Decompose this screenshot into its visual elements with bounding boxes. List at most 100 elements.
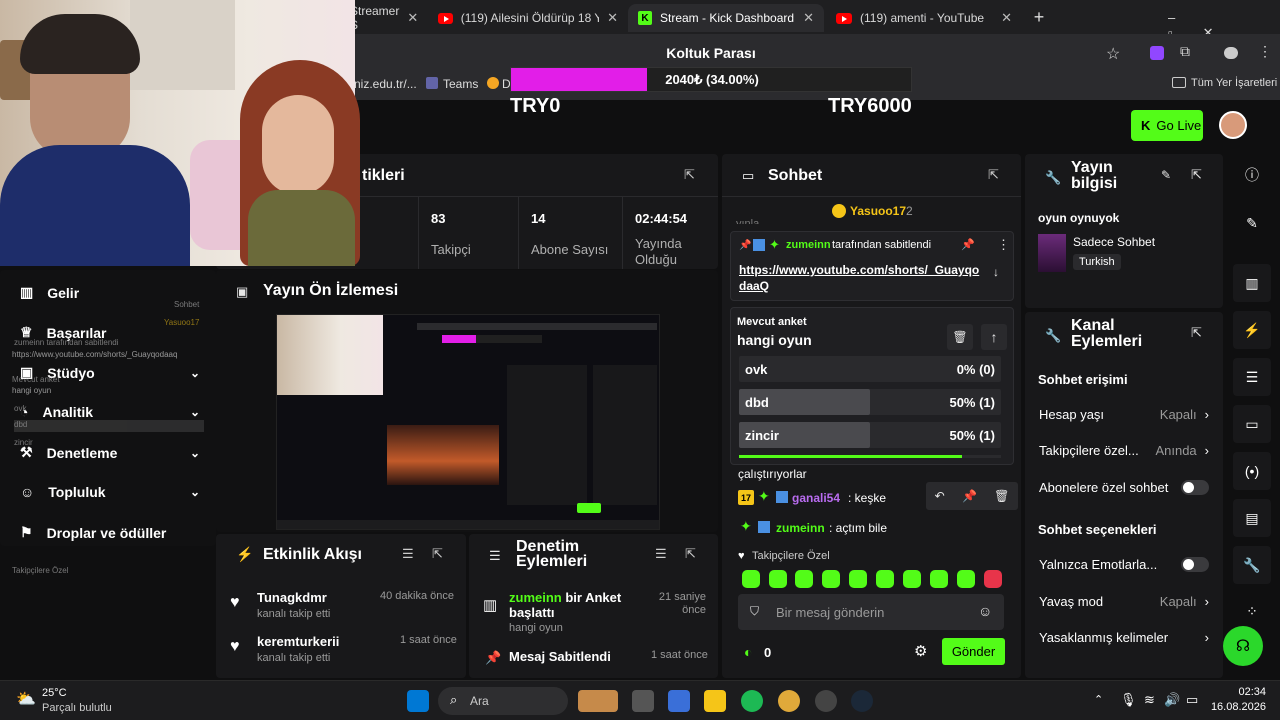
preview-video[interactable] <box>276 314 660 530</box>
search-box[interactable]: ⌕ Ara <box>438 687 568 715</box>
wrench-rail-icon[interactable]: 🔧 <box>1233 546 1271 584</box>
reply-icon[interactable]: ↶ <box>935 489 945 503</box>
emote-icon[interactable] <box>984 570 1002 588</box>
menu-icon[interactable]: ⋮ <box>1258 43 1272 60</box>
stats-rail-icon[interactable]: ▥ <box>1233 264 1271 302</box>
steam-icon[interactable] <box>851 690 873 712</box>
arrow-up-icon[interactable]: ↑ <box>981 324 1007 350</box>
task-view-icon[interactable] <box>632 690 654 712</box>
twitch-extension-icon[interactable] <box>1150 46 1164 60</box>
trash-icon[interactable]: 🗑 <box>947 324 973 350</box>
trash-icon[interactable]: 🗑 <box>994 489 1009 503</box>
emote-icon[interactable] <box>957 570 975 588</box>
pinned-by[interactable]: zumeinn <box>786 239 831 251</box>
weather-temp[interactable]: 25°C <box>42 687 67 699</box>
setting-emote-only[interactable]: Yalnızca Emotlarla... <box>1039 557 1209 572</box>
go-live-button[interactable]: K Go Live <box>1131 110 1203 141</box>
poll-option[interactable]: ovk 0% (0) <box>739 356 1001 382</box>
volume-icon[interactable]: 🔊 <box>1164 692 1180 708</box>
search-highlight-icon[interactable] <box>578 690 618 712</box>
avatar[interactable] <box>1219 111 1247 139</box>
chat-rail-icon[interactable]: ▭ <box>1233 405 1271 443</box>
bookmark-teams[interactable]: Teams <box>443 77 478 91</box>
nav-droplar[interactable]: ⚑ Droplar ve ödüller <box>20 524 200 541</box>
extensions-icon[interactable]: ⧉ <box>1180 43 1190 60</box>
battery-icon[interactable]: ▭ <box>1186 692 1198 708</box>
emoji-icon[interactable]: ☺ <box>978 603 992 619</box>
popout-icon[interactable]: ⇱ <box>1191 325 1202 341</box>
close-icon[interactable]: ✕ <box>803 10 814 26</box>
chat-input[interactable]: ⛉ Bir mesaj gönderin ☺ <box>738 594 1004 630</box>
nav-gelir[interactable]: ▥ Gelir <box>20 284 200 301</box>
emote-icon[interactable] <box>849 570 867 588</box>
tab-youtube-2[interactable]: (119) amenti - YouTube ✕ <box>826 4 1022 32</box>
all-bookmarks[interactable]: Tüm Yer İşaretleri <box>1191 77 1277 89</box>
support-button[interactable]: ☊ <box>1223 626 1263 666</box>
event-name[interactable]: keremturkerii <box>257 634 339 649</box>
close-icon[interactable]: ✕ <box>1001 10 1012 26</box>
clock-date[interactable]: 16.08.2026 <box>1206 701 1266 713</box>
clock-time[interactable]: 02:34 <box>1222 686 1266 698</box>
edit-icon[interactable]: ✎ <box>1233 204 1271 242</box>
close-icon[interactable]: ✕ <box>407 10 418 26</box>
pin-icon[interactable]: 📌 <box>962 489 977 503</box>
nav-denetleme[interactable]: ⚒ Denetleme ⌄ <box>20 444 200 461</box>
edit-icon[interactable]: ✎ <box>1161 168 1171 182</box>
emote-icon[interactable] <box>822 570 840 588</box>
poll-option[interactable]: zincir 50% (1) <box>739 422 1001 448</box>
emote-icon[interactable] <box>876 570 894 588</box>
new-tab-button[interactable]: + <box>1030 7 1048 27</box>
event-name[interactable]: Tunagkdmr <box>257 590 327 605</box>
popout-icon[interactable]: ⇱ <box>432 546 443 562</box>
broadcast-rail-icon[interactable]: (•) <box>1233 452 1271 490</box>
filter-icon[interactable]: ☰ <box>655 546 667 562</box>
obs-icon[interactable] <box>815 690 837 712</box>
windows-start-icon[interactable] <box>407 690 429 712</box>
nav-topluluk[interactable]: ☺ Topluluk ⌄ <box>20 484 200 500</box>
close-icon[interactable]: ✕ <box>607 10 618 26</box>
emote-icon[interactable] <box>742 570 760 588</box>
setting-subscribers-only[interactable]: Abonelere özel sohbet <box>1039 480 1209 495</box>
setting-slow-mode[interactable]: Yavaş mod Kapalı › <box>1039 594 1209 609</box>
pin-icon[interactable]: 📌 <box>961 238 975 251</box>
nav-analitik[interactable]: ◔ Analitik ⌄ <box>20 404 200 420</box>
arrow-down-icon[interactable]: ↓ <box>993 265 999 279</box>
popout-icon[interactable]: ⇱ <box>1191 167 1202 183</box>
chat-username[interactable]: zumeinn <box>776 521 825 535</box>
setting-banned-words[interactable]: Yasaklanmış kelimeler › <box>1039 630 1209 645</box>
popout-icon[interactable]: ⇱ <box>988 167 999 183</box>
gear-icon[interactable]: ⚙ <box>914 642 927 660</box>
chevron-up-icon[interactable]: ⌃ <box>1094 693 1103 706</box>
wifi-icon[interactable]: ≋ <box>1144 692 1155 708</box>
top-user[interactable]: Yasuoo17 <box>850 204 906 218</box>
category-thumbnail[interactable] <box>1038 234 1066 272</box>
filter-icon[interactable]: ☰ <box>402 546 414 562</box>
tab-kick-dashboard[interactable]: K Stream - Kick Dashboard ✕ <box>628 4 824 32</box>
nav-studyo[interactable]: ▣ Stüdyo ⌄ <box>20 364 200 381</box>
info-icon[interactable]: ⓘ <box>1233 156 1271 194</box>
mod-action-actor[interactable]: zumeinn <box>509 590 562 605</box>
emote-icon[interactable] <box>903 570 921 588</box>
layout-rail-icon[interactable]: ▤ <box>1233 499 1271 537</box>
grid-rail-icon[interactable]: ⁘ <box>1233 592 1271 630</box>
spotify-icon[interactable] <box>741 690 763 712</box>
chat-username[interactable]: ganali54 <box>792 491 840 505</box>
send-button[interactable]: Gönder <box>942 638 1005 665</box>
popout-icon[interactable]: ⇱ <box>684 167 695 183</box>
profile-icon[interactable] <box>1224 47 1238 59</box>
nav-basarilar[interactable]: ♕ Başarılar <box>20 324 200 341</box>
emote-icon[interactable] <box>795 570 813 588</box>
more-icon[interactable]: ⋮ <box>997 237 1010 253</box>
chrome-icon[interactable] <box>778 690 800 712</box>
address-fragment[interactable]: niz.edu.tr/... <box>354 77 417 91</box>
microphone-icon[interactable]: 🎙 <box>1120 692 1137 708</box>
toggle-switch[interactable] <box>1181 480 1209 495</box>
pinned-link[interactable]: https://www.youtube.com/shorts/_Guayqo d… <box>739 262 984 294</box>
store-icon[interactable] <box>668 690 690 712</box>
points-icon[interactable]: ◐ <box>744 644 752 660</box>
toggle-switch[interactable] <box>1181 557 1209 572</box>
poll-option[interactable]: dbd 50% (1) <box>739 389 1001 415</box>
popout-icon[interactable]: ⇱ <box>685 546 696 562</box>
file-explorer-icon[interactable] <box>704 690 726 712</box>
list-rail-icon[interactable]: ☰ <box>1233 358 1271 396</box>
